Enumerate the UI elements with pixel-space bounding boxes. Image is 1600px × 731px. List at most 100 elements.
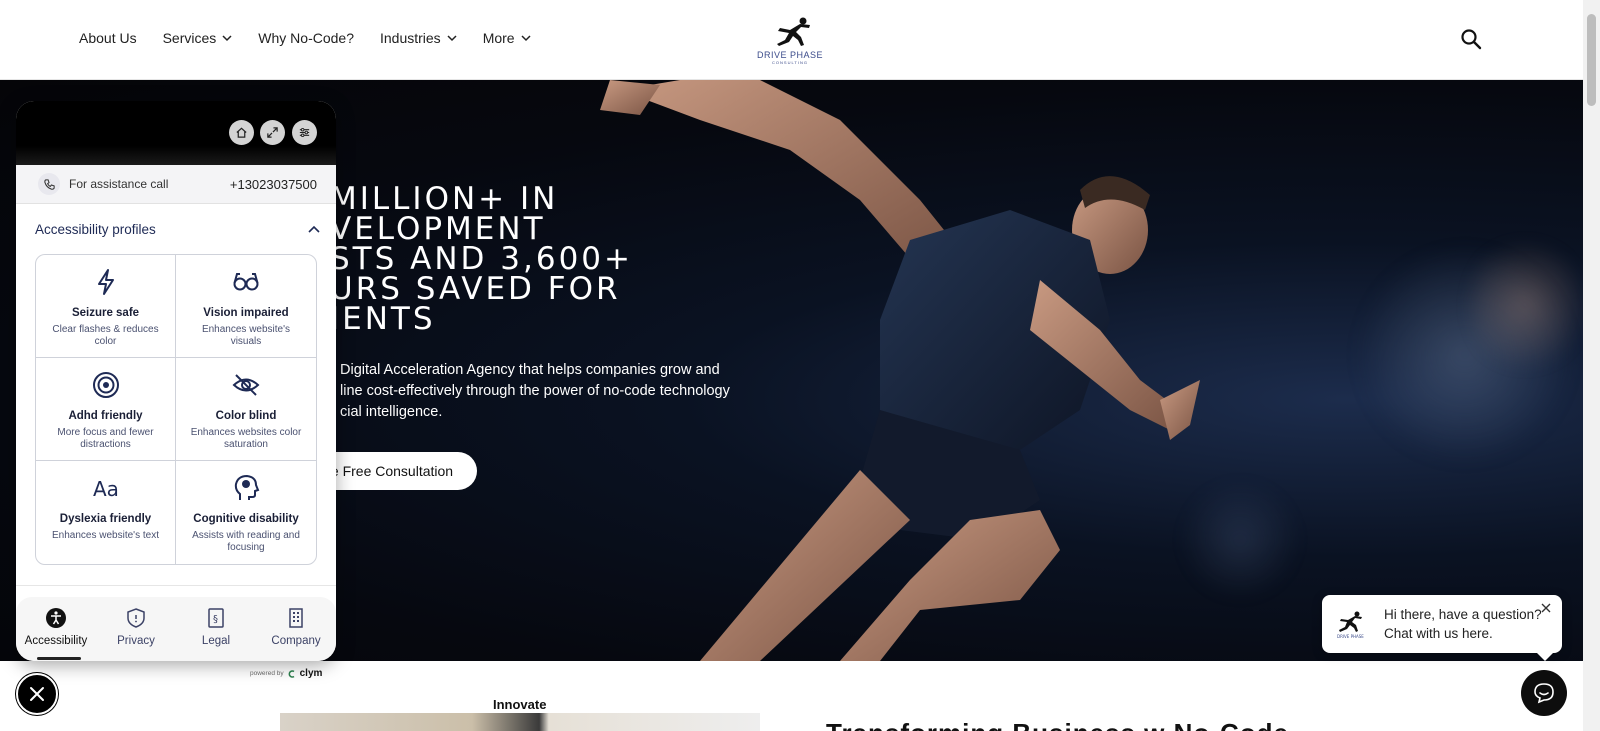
nav-industries[interactable]: Industries [380, 30, 457, 46]
chevron-up-icon [308, 225, 320, 233]
profile-title: Dyslexia friendly [59, 513, 152, 525]
innovate-label: Innovate [493, 697, 547, 712]
building-icon [289, 608, 303, 628]
bokeh-light [1470, 230, 1580, 380]
profile-title: Adhd friendly [68, 410, 143, 422]
svg-text:Aa: Aa [93, 477, 119, 501]
accessibility-panel: For assistance call +13023037500 Accessi… [16, 101, 336, 661]
chat-prompt[interactable]: DRIVE PHASE Hi there, have a question? C… [1322, 595, 1562, 661]
expand-button[interactable] [260, 120, 285, 145]
clym-logo-icon [288, 669, 295, 678]
chat-line: Hi there, have a question? [1384, 607, 1542, 622]
profiles-grid: Seizure safe Clear flashes & reduces col… [35, 254, 317, 565]
scrollbar-thumb[interactable] [1587, 14, 1596, 106]
profile-title: Cognitive disability [193, 513, 299, 525]
glasses-icon [233, 273, 259, 291]
svg-text:DRIVE PHASE: DRIVE PHASE [1337, 634, 1364, 639]
chevron-down-icon [222, 35, 232, 42]
nav-services[interactable]: Services [163, 30, 233, 46]
section-heading: Transforming Business w No-Code [826, 718, 1289, 731]
chat-button[interactable] [1521, 670, 1567, 716]
profile-desc: More focus and fewer distractions [57, 427, 154, 450]
logo-text: DRIVE PHASE [756, 50, 824, 60]
hero-title-line: URS SAVED FOR [330, 271, 621, 307]
chat-icon [1534, 683, 1554, 704]
logo-subtext: CONSULTING [772, 60, 808, 65]
hero-title-line: STS AND 3,600+ [330, 241, 633, 277]
hero-description: Digital Acceleration Agency that helps c… [340, 360, 740, 423]
hero-description-line: cial intelligence. [340, 404, 443, 420]
hero-title-line: VELOPMENT [330, 211, 546, 247]
nav-label: Why No-Code? [258, 30, 354, 46]
page: About Us Services Why No-Code? Industrie… [0, 0, 1600, 731]
profiles-title: Accessibility profiles [35, 221, 156, 237]
nav-about-us[interactable]: About Us [79, 30, 137, 46]
hero-title-line: MILLION+ IN [330, 181, 559, 217]
tab-label: Company [271, 635, 321, 647]
profile-title: Vision impaired [203, 307, 289, 319]
target-icon [92, 372, 119, 398]
close-icon[interactable] [1540, 602, 1552, 614]
nav-label: More [482, 30, 515, 46]
assistance-row: For assistance call +13023037500 [16, 165, 336, 204]
panel-header [16, 101, 336, 165]
cta-label: ule Free Consultation [320, 463, 454, 479]
bolt-icon [97, 269, 114, 295]
hero-description-line: line cost-effectively through the power … [340, 383, 730, 399]
sliders-icon [299, 127, 310, 138]
powered-brand: clym [299, 668, 323, 679]
tab-accessibility[interactable]: Accessibility [16, 597, 96, 661]
section-doc-icon: § [208, 608, 224, 628]
tab-legal[interactable]: § Legal [176, 597, 256, 661]
profile-color-blind[interactable]: Color blind Enhances websites color satu… [176, 358, 316, 461]
profile-desc: Assists with reading and focusing [192, 530, 300, 553]
chat-logo-icon: DRIVE PHASE [1337, 611, 1364, 639]
nav-label: About Us [79, 30, 137, 46]
close-icon [30, 687, 44, 701]
profile-vision-impaired[interactable]: Vision impaired Enhances website's visua… [176, 255, 316, 358]
hero-title: MILLION+ IN VELOPMENT STS AND 3,600+ URS… [330, 181, 730, 335]
text-icon: Aa [93, 477, 119, 501]
settings-button[interactable] [292, 120, 317, 145]
tab-label: Legal [201, 635, 231, 647]
page-scrollbar[interactable] [1583, 0, 1600, 731]
divider [16, 585, 336, 586]
powered-by-label: powered by [250, 670, 284, 677]
profile-cognitive-disability[interactable]: Cognitive disability Assists with readin… [176, 461, 316, 564]
powered-by[interactable]: powered by clym [250, 668, 322, 679]
expand-icon [267, 127, 278, 138]
profile-title: Color blind [215, 410, 277, 422]
shield-icon [127, 608, 145, 628]
phone-icon [38, 173, 60, 195]
content-image [280, 713, 760, 731]
home-icon [236, 127, 247, 138]
hero-description-line: Digital Acceleration Agency that helps c… [340, 362, 720, 378]
accessibility-icon [46, 608, 66, 628]
assistance-label: For assistance call [69, 177, 169, 191]
tab-company[interactable]: Company [256, 597, 336, 661]
chat-message: Hi there, have a question? Chat with us … [1384, 605, 1542, 643]
assistance-phone-link[interactable]: +13023037500 [230, 177, 317, 192]
search-icon[interactable] [1460, 28, 1482, 50]
svg-text:§: § [213, 614, 218, 625]
site-header: About Us Services Why No-Code? Industrie… [0, 0, 1583, 80]
profile-adhd-friendly[interactable]: Adhd friendly More focus and fewer distr… [36, 358, 176, 461]
profile-desc: Enhances websites color saturation [190, 427, 302, 450]
profile-desc: Enhances website's visuals [201, 324, 291, 347]
profile-dyslexia-friendly[interactable]: Aa Dyslexia friendly Enhances website's … [36, 461, 176, 564]
profile-seizure-safe[interactable]: Seizure safe Clear flashes & reduces col… [36, 255, 176, 358]
tab-label: Privacy [117, 635, 155, 647]
tab-privacy[interactable]: Privacy [96, 597, 176, 661]
site-logo[interactable]: DRIVE PHASE CONSULTING [752, 16, 828, 68]
chevron-down-icon [447, 35, 457, 42]
profile-desc: Clear flashes & reduces color [52, 324, 159, 347]
head-brain-icon [234, 474, 260, 500]
panel-tabs: Accessibility Privacy § Legal Company [16, 597, 336, 661]
profiles-toggle[interactable]: Accessibility profiles [16, 204, 336, 254]
home-button[interactable] [229, 120, 254, 145]
nav-why-no-code[interactable]: Why No-Code? [258, 30, 354, 46]
runner-logo-icon [777, 17, 810, 46]
nav-more[interactable]: More [483, 30, 531, 46]
nav-label: Industries [379, 30, 441, 46]
close-accessibility-button[interactable] [16, 673, 58, 715]
